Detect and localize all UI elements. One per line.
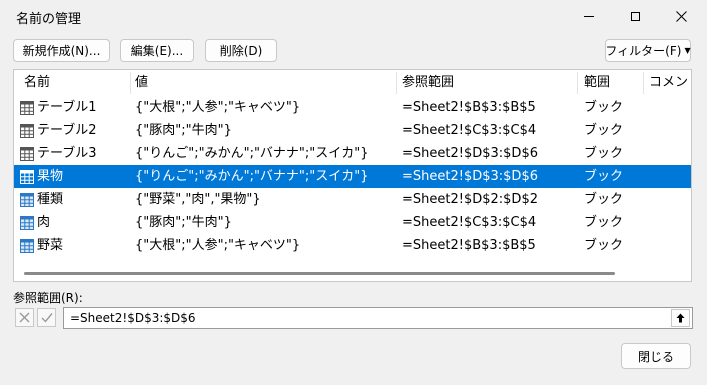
- table-icon: [20, 146, 34, 161]
- column-separator[interactable]: [643, 72, 644, 94]
- column-header-value[interactable]: 値: [135, 70, 148, 96]
- close-button[interactable]: 閉じる: [621, 343, 691, 369]
- named-range-icon: [20, 215, 34, 230]
- column-separator[interactable]: [396, 72, 397, 94]
- row-refers-to: =Sheet2!$C$3:$C$4: [402, 215, 537, 230]
- row-value: {"豚肉";"牛肉"}: [135, 123, 232, 138]
- row-name: 野菜: [20, 234, 63, 257]
- close-window-button[interactable]: [658, 0, 704, 32]
- table-row[interactable]: テーブル3 {"りんご";"みかん";"バナナ";"スイカ"} =Sheet2!$D…: [14, 142, 691, 165]
- filter-button[interactable]: フィルター(F) ▼: [605, 39, 691, 62]
- maximize-icon: [630, 11, 640, 21]
- row-scope: ブック: [584, 146, 624, 161]
- new-button[interactable]: 新規作成(N)...: [13, 39, 110, 62]
- row-scope: ブック: [584, 100, 624, 115]
- row-value: {"豚肉";"牛肉"}: [135, 215, 232, 230]
- row-name: 果物: [20, 165, 63, 188]
- column-header-refers-to[interactable]: 参照範囲: [402, 70, 454, 96]
- row-refers-to: =Sheet2!$C$3:$C$4: [402, 123, 537, 138]
- row-name: 種類: [20, 188, 63, 211]
- column-header-scope[interactable]: 範囲: [584, 70, 610, 96]
- minimize-button[interactable]: [566, 0, 612, 32]
- row-scope: ブック: [584, 169, 624, 184]
- row-name: テーブル1: [20, 96, 97, 119]
- names-list[interactable]: 名前 値 参照範囲 範囲 コメント テーブル1 {"大根";"人参";"キャベツ"…: [13, 69, 692, 282]
- table-row[interactable]: テーブル1 {"大根";"人参";"キャベツ"} =Sheet2!$B$3:$B$5…: [14, 96, 691, 119]
- table-row[interactable]: 種類 {"野菜","肉","果物"} =Sheet2!$D$2:$D$2 ブック: [14, 188, 691, 211]
- row-name: テーブル2: [20, 119, 97, 142]
- row-scope: ブック: [584, 192, 624, 207]
- title-bar: 名前の管理: [0, 0, 707, 32]
- row-name-text: 種類: [37, 192, 64, 207]
- table-icon: [20, 100, 34, 115]
- refers-to-label: 参照範囲(R):: [13, 291, 83, 305]
- row-refers-to: =Sheet2!$D$3:$D$6: [402, 146, 538, 161]
- column-separator[interactable]: [130, 72, 131, 94]
- named-range-icon: [20, 169, 34, 184]
- check-icon: [41, 313, 53, 323]
- row-refers-to: =Sheet2!$D$3:$D$6: [402, 169, 538, 184]
- column-header-name[interactable]: 名前: [24, 70, 50, 96]
- window-title: 名前の管理: [16, 12, 82, 27]
- row-value: {"野菜","肉","果物"}: [135, 192, 261, 207]
- filter-label: フィルター(F): [605, 44, 682, 58]
- confirm-edit-button[interactable]: [37, 308, 56, 327]
- row-value: {"大根";"人参";"キャベツ"}: [135, 100, 301, 115]
- cross-icon: [19, 312, 30, 323]
- row-name: 肉: [20, 211, 50, 234]
- row-refers-to: =Sheet2!$B$3:$B$5: [402, 238, 536, 253]
- column-header-comment[interactable]: コメント: [649, 70, 691, 96]
- close-icon: [675, 10, 687, 22]
- row-name-text: 肉: [37, 215, 51, 230]
- row-name-text: 野菜: [37, 238, 64, 253]
- row-value: {"大根";"人参";"キャベツ"}: [135, 238, 301, 253]
- arrow-up-icon: [676, 313, 685, 323]
- row-refers-to: =Sheet2!$D$2:$D$2: [402, 192, 538, 207]
- delete-button[interactable]: 削除(D): [205, 39, 277, 62]
- row-name-text: テーブル2: [37, 123, 97, 138]
- row-name-text: テーブル3: [37, 146, 97, 161]
- horizontal-scrollbar[interactable]: [24, 272, 615, 275]
- table-icon: [20, 123, 34, 138]
- table-row[interactable]: 果物 {"りんご";"みかん";"バナナ";"スイカ"} =Sheet2!$D$3:…: [14, 165, 691, 188]
- collapse-dialog-button[interactable]: [671, 309, 690, 327]
- row-value: {"りんご";"みかん";"バナナ";"スイカ"}: [135, 169, 369, 184]
- refers-to-input[interactable]: =Sheet2!$D$3:$D$6: [63, 307, 693, 329]
- named-range-icon: [20, 238, 34, 253]
- caret-down-icon: ▼: [684, 46, 691, 55]
- cancel-edit-button[interactable]: [15, 308, 34, 327]
- row-value: {"りんご";"みかん";"バナナ";"スイカ"}: [135, 146, 369, 161]
- named-range-icon: [20, 192, 34, 207]
- row-name: テーブル3: [20, 142, 97, 165]
- minimize-icon: [584, 15, 594, 17]
- column-separator[interactable]: [577, 72, 578, 94]
- row-scope: ブック: [584, 238, 624, 253]
- row-name-text: 果物: [37, 169, 64, 184]
- row-scope: ブック: [584, 215, 624, 230]
- list-header: 名前 値 参照範囲 範囲 コメント: [14, 70, 691, 96]
- row-name-text: テーブル1: [37, 100, 97, 115]
- table-row[interactable]: 野菜 {"大根";"人参";"キャベツ"} =Sheet2!$B$3:$B$5 ブック: [14, 234, 691, 257]
- maximize-button[interactable]: [612, 0, 658, 32]
- edit-button[interactable]: 編集(E)...: [120, 39, 194, 62]
- table-row[interactable]: テーブル2 {"豚肉";"牛肉"} =Sheet2!$C$3:$C$4 ブック: [14, 119, 691, 142]
- table-row[interactable]: 肉 {"豚肉";"牛肉"} =Sheet2!$C$3:$C$4 ブック: [14, 211, 691, 234]
- row-scope: ブック: [584, 123, 624, 138]
- row-refers-to: =Sheet2!$B$3:$B$5: [402, 100, 536, 115]
